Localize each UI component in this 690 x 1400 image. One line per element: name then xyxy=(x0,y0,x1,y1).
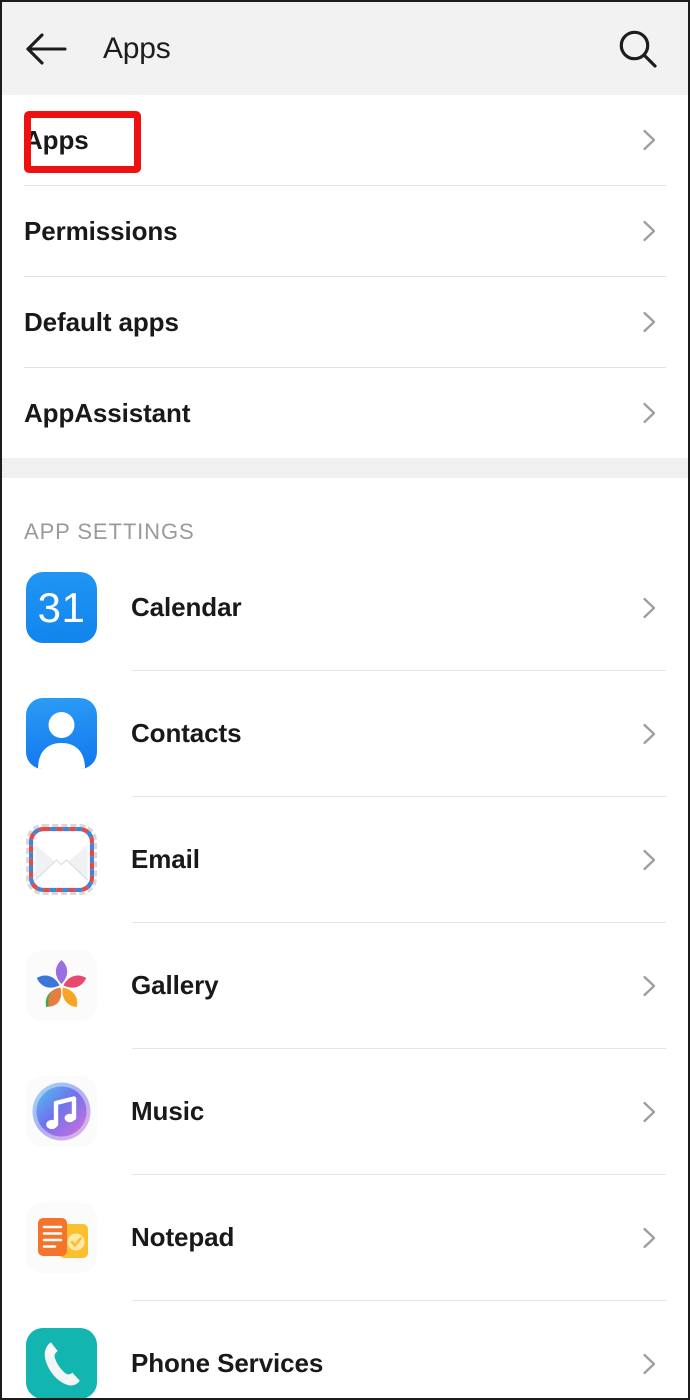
list-item-permissions[interactable]: Permissions xyxy=(2,186,688,276)
app-label: Calendar xyxy=(131,592,242,622)
notepad-icon xyxy=(26,1202,97,1273)
music-note-glyph xyxy=(26,1076,97,1147)
page-title: Apps xyxy=(103,31,171,65)
app-row-gallery[interactable]: Gallery xyxy=(2,923,688,1048)
app-row-email[interactable]: Email xyxy=(2,797,688,922)
contacts-icon xyxy=(26,698,97,769)
app-row-music[interactable]: Music xyxy=(2,1049,688,1174)
app-row-notepad[interactable]: Notepad xyxy=(2,1175,688,1300)
app-row-phone-services[interactable]: Phone Services xyxy=(2,1301,688,1398)
chevron-right-icon xyxy=(643,1227,656,1248)
gallery-flower-icon xyxy=(26,950,97,1021)
gallery-flower-glyph xyxy=(26,950,97,1021)
chevron-right-icon xyxy=(643,311,656,333)
chevron-right-icon xyxy=(643,220,656,242)
app-label: Phone Services xyxy=(131,1348,324,1378)
chevron-right-icon xyxy=(643,849,656,870)
chevron-right-icon xyxy=(643,1353,656,1374)
app-row-contacts[interactable]: Contacts xyxy=(2,671,688,796)
email-envelope-icon xyxy=(26,824,97,895)
music-note-icon xyxy=(26,1076,97,1147)
app-settings-section: APP SETTINGS 31 Calendar Contacts Email … xyxy=(2,478,688,1398)
app-bar: Apps xyxy=(2,2,688,95)
list-item-label: AppAssistant xyxy=(24,397,191,428)
chevron-right-icon xyxy=(643,975,656,996)
app-label: Contacts xyxy=(131,718,242,748)
search-icon[interactable] xyxy=(612,23,664,75)
chevron-right-icon xyxy=(643,129,656,151)
app-label: Gallery xyxy=(131,970,219,1000)
phone-handset-glyph xyxy=(26,1328,97,1398)
chevron-right-icon xyxy=(643,723,656,744)
back-arrow-icon[interactable] xyxy=(24,26,70,72)
phone-screen: Apps Apps Permissions Default apps AppAs… xyxy=(0,0,690,1400)
app-label: Email xyxy=(131,844,200,874)
section-gap xyxy=(2,458,688,478)
app-label: Notepad xyxy=(131,1222,235,1252)
section-header-app-settings: APP SETTINGS xyxy=(24,519,195,544)
list-item-label: Default apps xyxy=(24,306,179,337)
calendar-icon-day: 31 xyxy=(37,583,86,631)
list-item-label: Permissions xyxy=(24,215,178,246)
list-item-apps[interactable]: Apps xyxy=(2,95,688,185)
app-label: Music xyxy=(131,1096,205,1126)
notepad-glyph xyxy=(26,1202,97,1273)
phone-handset-icon xyxy=(26,1328,97,1398)
list-item-default-apps[interactable]: Default apps xyxy=(2,277,688,367)
chevron-right-icon xyxy=(643,402,656,424)
search-glyph xyxy=(619,30,657,68)
list-item-label: Apps xyxy=(24,124,89,155)
app-row-calendar[interactable]: 31 Calendar xyxy=(2,545,688,670)
chevron-right-icon xyxy=(643,1101,656,1122)
calendar-icon: 31 xyxy=(26,572,97,643)
back-arrow-glyph xyxy=(26,32,67,65)
contacts-person-glyph xyxy=(38,712,85,769)
settings-list: Apps Permissions Default apps AppAssista… xyxy=(2,95,688,458)
chevron-right-icon xyxy=(643,597,656,618)
list-item-appassistant[interactable]: AppAssistant xyxy=(2,368,688,458)
email-envelope-glyph xyxy=(29,827,94,892)
